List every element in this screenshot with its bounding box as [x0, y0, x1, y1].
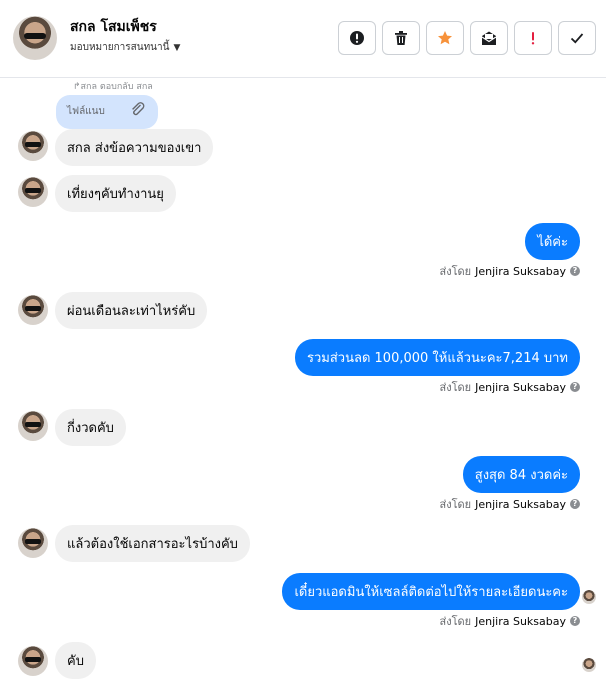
contact-avatar-small[interactable] [18, 177, 48, 207]
outgoing-message[interactable]: รวมส่วนลด 100,000 ให้แล้วนะคะ7,214 บาท [295, 339, 580, 376]
action-toolbar [338, 21, 596, 55]
trash-icon [395, 31, 407, 45]
checkmark-icon [570, 33, 584, 44]
sent-by-prefix: ส่งโดย [439, 615, 472, 628]
contact-avatar[interactable] [13, 16, 57, 60]
exclamation-icon [531, 32, 535, 45]
outgoing-message[interactable]: ได้ค่ะ [525, 223, 580, 260]
outgoing-message[interactable]: เดี๋ยวแอดมินให้เซลล์ติดต่อไปให้รายละเอีย… [282, 573, 580, 610]
paperclip-icon [132, 102, 145, 116]
sent-by-prefix: ส่งโดย [439, 265, 472, 278]
exclamation-circle-icon [350, 31, 364, 45]
star-icon [438, 31, 452, 45]
seen-avatar-icon [582, 658, 596, 672]
contact-avatar-small[interactable] [18, 131, 48, 161]
envelope-open-icon [481, 31, 497, 45]
sender-name[interactable]: Jenjira Suksabay [475, 615, 566, 628]
contact-avatar-small[interactable] [18, 528, 48, 558]
seen-avatar-icon [582, 590, 596, 604]
sent-by-label: ส่งโดย Jenjira Suksabay ? [440, 378, 580, 396]
reply-attachment-label: ไฟล์แนบ [67, 106, 105, 117]
sent-by-label: ส่งโดย Jenjira Suksabay ? [440, 495, 580, 513]
info-icon[interactable]: ? [570, 499, 580, 509]
assign-label: มอบหมายการสนทนานี้ [70, 42, 170, 53]
contact-avatar-small[interactable] [18, 295, 48, 325]
sender-name[interactable]: Jenjira Suksabay [475, 498, 566, 511]
contact-avatar-small[interactable] [18, 646, 48, 676]
sent-by-label: ส่งโดย Jenjira Suksabay ? [440, 262, 580, 280]
important-button[interactable] [514, 21, 552, 55]
incoming-message[interactable]: แล้วต้องใช้เอกสารอะไรบ้างคับ [55, 525, 250, 562]
incoming-message[interactable]: สกล ส่งข้อความของเขา [55, 129, 214, 166]
message-feed[interactable]: ↱สกล ตอบกลับ สกล ไฟล์แนบ สกล ส่งข้อความข… [0, 79, 606, 681]
info-icon[interactable]: ? [570, 266, 580, 276]
incoming-message[interactable]: เที่ยงๆคับทำงานยุ [55, 175, 176, 212]
info-icon[interactable]: ? [570, 616, 580, 626]
conversation-header: สกล โสมเพ็ชร มอบหมายการสนทนานี้ ▼ [0, 0, 606, 78]
done-button[interactable] [558, 21, 596, 55]
incoming-message[interactable]: กี่งวดคับ [55, 409, 126, 446]
replied-message-bubble[interactable]: ไฟล์แนบ [56, 95, 158, 129]
sender-name[interactable]: Jenjira Suksabay [475, 381, 566, 394]
sent-by-prefix: ส่งโดย [439, 381, 472, 394]
sender-name[interactable]: Jenjira Suksabay [475, 265, 566, 278]
mark-unread-button[interactable] [470, 21, 508, 55]
report-button[interactable] [338, 21, 376, 55]
assign-conversation-dropdown[interactable]: มอบหมายการสนทนานี้ ▼ [70, 40, 180, 55]
star-button[interactable] [426, 21, 464, 55]
delete-button[interactable] [382, 21, 420, 55]
incoming-message[interactable]: คับ [55, 642, 96, 679]
caret-down-icon: ▼ [173, 43, 181, 53]
info-icon[interactable]: ? [570, 382, 580, 392]
reply-label: ↱สกล ตอบกลับ สกล [73, 82, 153, 92]
contact-name[interactable]: สกล โสมเพ็ชร [70, 16, 157, 38]
incoming-message[interactable]: ผ่อนเดือนละเท่าไหร่คับ [55, 292, 208, 329]
sent-by-label: ส่งโดย Jenjira Suksabay ? [440, 612, 580, 630]
outgoing-message[interactable]: สูงสุด 84 งวดค่ะ [462, 456, 580, 493]
sent-by-prefix: ส่งโดย [439, 498, 472, 511]
contact-avatar-small[interactable] [18, 411, 48, 441]
